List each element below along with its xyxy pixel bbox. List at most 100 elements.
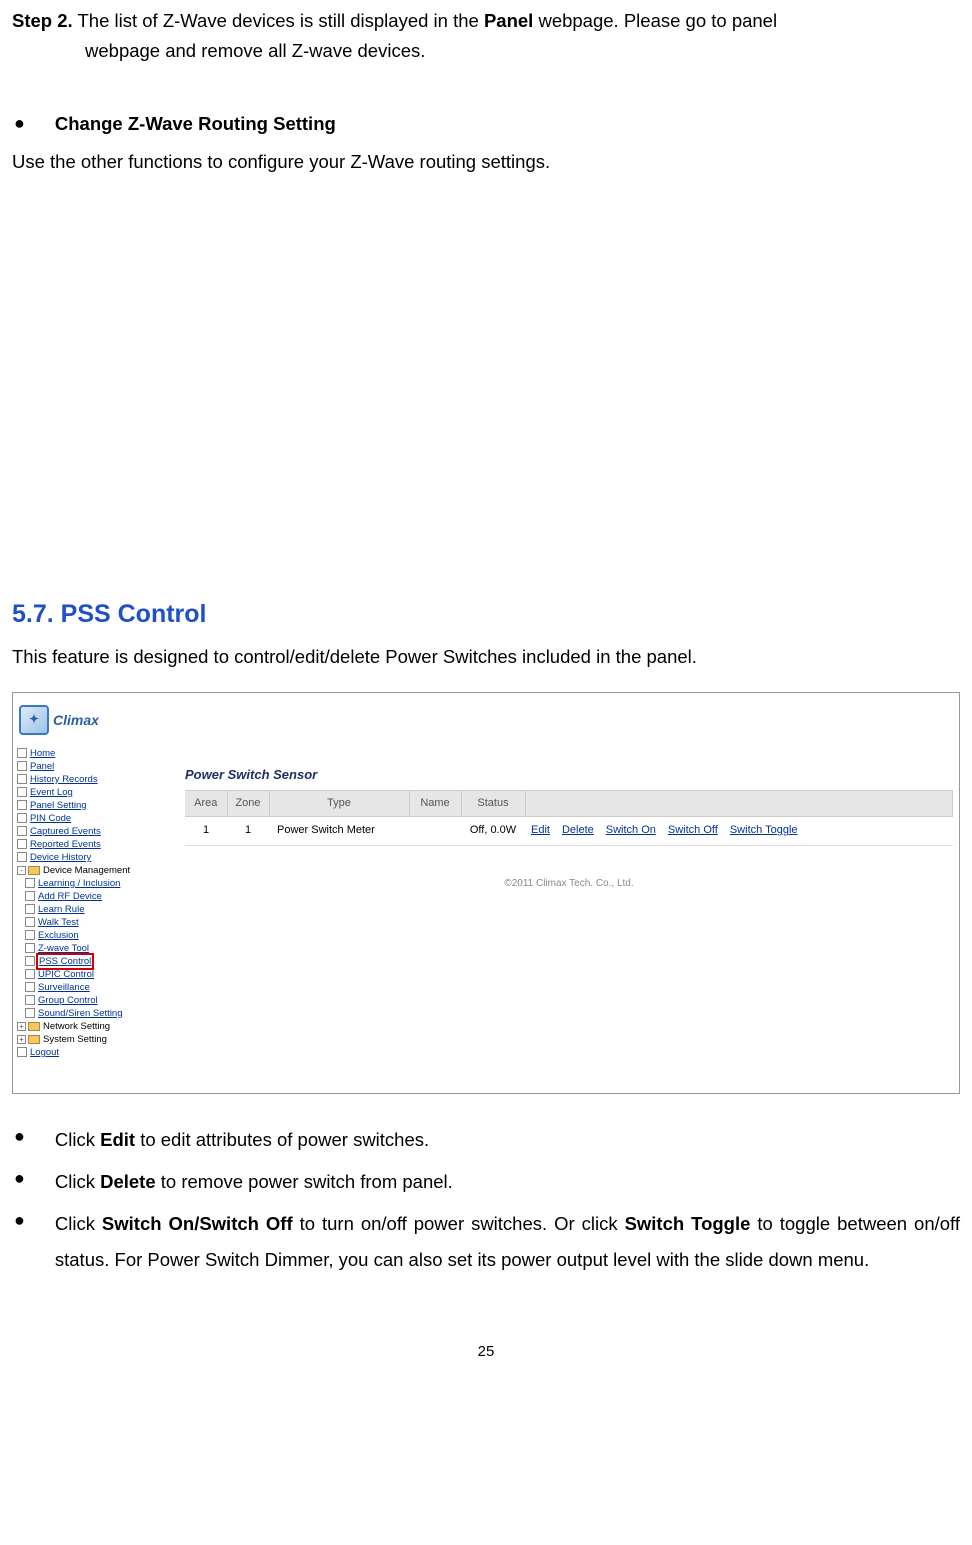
bullet-delete-text: Click Delete to remove power switch from… — [55, 1164, 960, 1200]
folder-icon — [28, 866, 40, 875]
tree-label[interactable]: Panel Setting — [30, 799, 87, 812]
step-2-text-2: webpage and remove all Z-wave devices. — [85, 36, 960, 66]
tree-label[interactable]: PIN Code — [30, 812, 71, 825]
tree-label[interactable]: Reported Events — [30, 838, 101, 851]
tree-node-device-history[interactable]: Device History — [17, 851, 167, 864]
tree-label[interactable]: Device History — [30, 851, 91, 864]
tree-label[interactable]: Z-wave Tool — [38, 942, 89, 955]
tree-node-learning-inclusion[interactable]: Learning / Inclusion — [17, 877, 167, 890]
tree-label[interactable]: System Setting — [43, 1033, 107, 1046]
delete-link[interactable]: Delete — [562, 824, 594, 836]
page-icon — [17, 852, 27, 862]
cell-actions: Edit Delete Switch On Switch Off Switch Togg… — [525, 817, 953, 846]
step-2-bold-panel: Panel — [484, 10, 533, 31]
tree-node-walk-test[interactable]: Walk Test — [17, 916, 167, 929]
bullet-switch-text: Click Switch On/Switch Off to turn on/of… — [55, 1206, 960, 1278]
change-routing-body: Use the other functions to configure you… — [12, 147, 960, 177]
page-icon — [17, 826, 27, 836]
page-icon — [25, 891, 35, 901]
tree-node-panel[interactable]: Panel — [17, 760, 167, 773]
tree-label[interactable]: PSS Control — [38, 955, 92, 968]
tree-node-device-management[interactable]: - Device Management — [17, 864, 167, 877]
col-name: Name — [409, 790, 461, 817]
tree-node-sound-siren-setting[interactable]: Sound/Siren Setting — [17, 1007, 167, 1020]
tree-node-captured-events[interactable]: Captured Events — [17, 825, 167, 838]
tree-node-panel-setting[interactable]: Panel Setting — [17, 799, 167, 812]
page-icon — [17, 761, 27, 771]
col-zone: Zone — [227, 790, 269, 817]
tree-label[interactable]: History Records — [30, 773, 98, 786]
tree-node-exclusion[interactable]: Exclusion — [17, 929, 167, 942]
tree-node-group-control[interactable]: Group Control — [17, 994, 167, 1007]
logo-text: Climax — [53, 709, 99, 731]
col-area: Area — [185, 790, 227, 817]
tree-node-z-wave-tool[interactable]: Z-wave Tool — [17, 942, 167, 955]
page-icon — [25, 917, 35, 927]
tree-expand-icon[interactable]: + — [17, 1022, 26, 1031]
step-2-paragraph: Step 2. The list of Z-Wave devices is st… — [12, 6, 960, 65]
tree-node-learn-rule[interactable]: Learn Rule — [17, 903, 167, 916]
page-icon — [17, 1047, 27, 1057]
edit-link[interactable]: Edit — [531, 824, 550, 836]
table-row: 1 1 Power Switch Meter Off, 0.0W EditDel… — [185, 817, 953, 846]
tree-label[interactable]: Group Control — [38, 994, 98, 1007]
tree-label[interactable]: Home — [30, 747, 55, 760]
tree-node-event-log[interactable]: Event Log — [17, 786, 167, 799]
tree-label[interactable]: UPIC Control — [38, 968, 94, 981]
bullet-delete: ● Click Delete to remove power switch fr… — [12, 1164, 960, 1200]
switch-toggle-link[interactable]: Switch Toggle — [730, 824, 798, 836]
tree-label[interactable]: Network Setting — [43, 1020, 110, 1033]
tree-expand-icon[interactable]: + — [17, 1035, 26, 1044]
tree-node-logout[interactable]: Logout — [17, 1046, 167, 1059]
page-icon — [25, 904, 35, 914]
tree-label[interactable]: Device Management — [43, 864, 130, 877]
page-icon — [25, 930, 35, 940]
step-2-label: Step 2. — [12, 10, 73, 31]
bullet-dot-icon: ● — [14, 1164, 25, 1200]
tree-node-network-setting[interactable]: + Network Setting — [17, 1020, 167, 1033]
page-icon — [25, 878, 35, 888]
page-icon — [17, 839, 27, 849]
tree-label[interactable]: Walk Test — [38, 916, 79, 929]
tree-node-reported-events[interactable]: Reported Events — [17, 838, 167, 851]
cell-area: 1 — [185, 817, 227, 846]
tree-label[interactable]: Learn Rule — [38, 903, 84, 916]
section-5-7-body: This feature is designed to control/edit… — [12, 642, 960, 672]
tree-label[interactable]: Exclusion — [38, 929, 79, 942]
bullet-dot-icon: ● — [14, 1206, 25, 1278]
tree-label[interactable]: Learning / Inclusion — [38, 877, 120, 890]
tree-node-add-rf-device[interactable]: Add RF Device — [17, 890, 167, 903]
cell-zone: 1 — [227, 817, 269, 846]
col-type: Type — [269, 790, 409, 817]
tree-node-system-setting[interactable]: + System Setting — [17, 1033, 167, 1046]
tree-label[interactable]: Logout — [30, 1046, 59, 1059]
switch-off-link[interactable]: Switch Off — [668, 824, 718, 836]
tree-label[interactable]: Add RF Device — [38, 890, 102, 903]
tree-label[interactable]: Captured Events — [30, 825, 101, 838]
folder-icon — [28, 1022, 40, 1031]
copyright-text: ©2011 Climax Tech. Co., Ltd. — [185, 876, 953, 892]
tree-node-home[interactable]: Home — [17, 747, 167, 760]
bullet-edit: ● Click Edit to edit attributes of power… — [12, 1122, 960, 1158]
tree-node-pss-control[interactable]: PSS Control — [17, 955, 167, 968]
page-icon — [17, 787, 27, 797]
page-icon — [17, 813, 27, 823]
tree-label[interactable]: Sound/Siren Setting — [38, 1007, 123, 1020]
switch-on-link[interactable]: Switch On — [606, 824, 656, 836]
instruction-bullets: ● Click Edit to edit attributes of power… — [12, 1122, 960, 1278]
tree-label[interactable]: Surveillance — [38, 981, 90, 994]
tree-node-surveillance[interactable]: Surveillance — [17, 981, 167, 994]
tree-label[interactable]: Panel — [30, 760, 54, 773]
bullet-dot-icon: ● — [14, 1122, 25, 1158]
tree-node-history-records[interactable]: History Records — [17, 773, 167, 786]
cell-name — [409, 817, 461, 846]
tree-label[interactable]: Event Log — [30, 786, 73, 799]
bullet-change-routing-title: Change Z-Wave Routing Setting — [55, 109, 336, 139]
tree-node-upic-control[interactable]: UPIC Control — [17, 968, 167, 981]
pss-table: Area Zone Type Name Status 1 1 Power Swi… — [185, 790, 953, 846]
page-icon — [25, 956, 35, 966]
tree-expand-icon[interactable]: - — [17, 866, 26, 875]
section-5-7-heading: 5.7. PSS Control — [12, 594, 960, 634]
tree-node-pin-code[interactable]: PIN Code — [17, 812, 167, 825]
bullet-change-routing: ● Change Z-Wave Routing Setting — [12, 109, 960, 139]
